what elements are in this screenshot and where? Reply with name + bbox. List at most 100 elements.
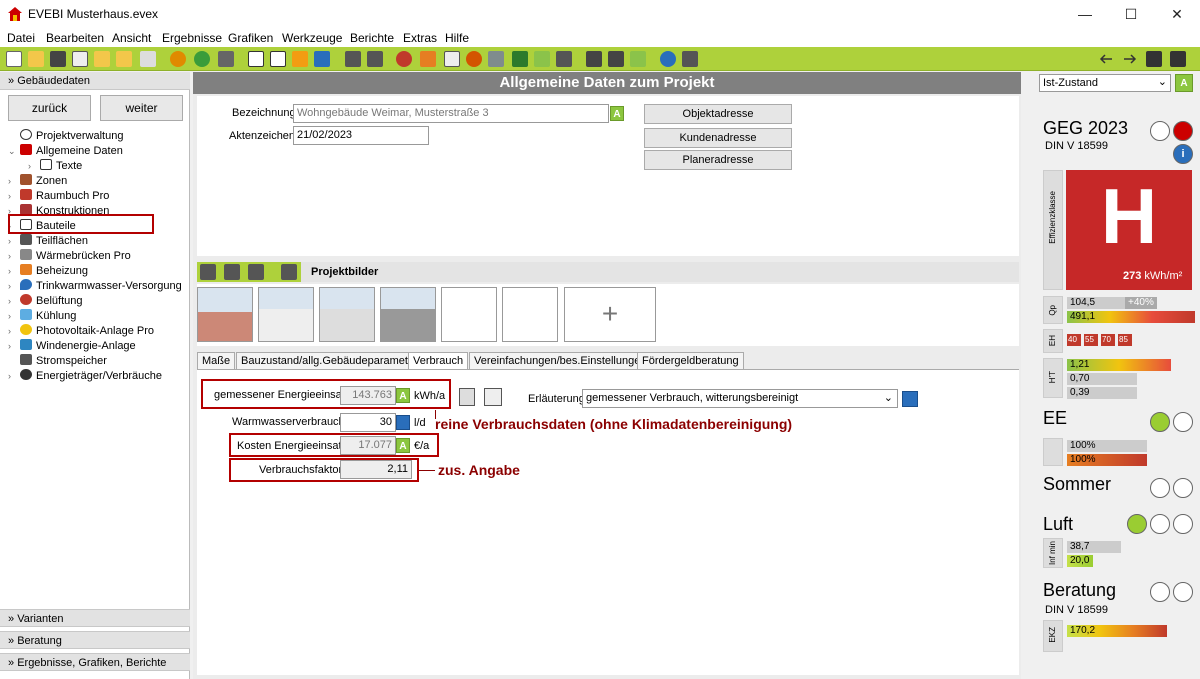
undo-icon[interactable] bbox=[170, 51, 186, 67]
back-button[interactable]: zurück bbox=[8, 95, 91, 121]
gemis-icon[interactable] bbox=[140, 51, 156, 67]
tab-vereinfachungen[interactable]: Vereinfachungen/bes.Einstellungen bbox=[469, 352, 652, 369]
state-select[interactable]: Ist-Zustand ⌄ bbox=[1039, 74, 1171, 92]
redo-icon[interactable] bbox=[194, 51, 210, 67]
chart-icon[interactable] bbox=[484, 388, 502, 406]
floor-plan-2[interactable] bbox=[502, 287, 558, 342]
menu-ansicht[interactable]: Ansicht bbox=[112, 31, 151, 45]
tree-item-texte[interactable]: › Texte bbox=[28, 159, 82, 172]
house-photo-2[interactable] bbox=[258, 287, 314, 342]
add-image-icon[interactable] bbox=[200, 264, 216, 280]
list-icon[interactable] bbox=[608, 51, 624, 67]
menu-datei[interactable]: Datei bbox=[7, 31, 35, 45]
erlaeuterung-select[interactable]: gemessener Verbrauch, witterungsbereinig… bbox=[582, 389, 898, 408]
document-list-icon[interactable] bbox=[270, 51, 286, 67]
tree-item-raumbuch[interactable]: › Raumbuch Pro bbox=[8, 189, 109, 202]
save-as-icon[interactable] bbox=[72, 51, 88, 67]
warmwasser-input[interactable]: 30 bbox=[340, 413, 396, 432]
house-photo-1[interactable] bbox=[197, 287, 253, 342]
tree-item-teilflaechen[interactable]: › Teilflächen bbox=[8, 234, 88, 247]
house-check-icon[interactable] bbox=[630, 51, 646, 67]
tree-item-windenergie[interactable]: › Windenergie-Anlage bbox=[8, 339, 136, 352]
fan-icon[interactable] bbox=[466, 51, 482, 67]
house-photo-4[interactable] bbox=[380, 287, 436, 342]
window-icon[interactable] bbox=[444, 51, 460, 67]
structure-icon[interactable] bbox=[345, 51, 361, 67]
auto-a-icon[interactable]: A bbox=[396, 438, 410, 453]
tree-item-allgemeine-daten[interactable]: ⌄ Allgemeine Daten bbox=[8, 144, 123, 157]
new-file-icon[interactable] bbox=[6, 51, 22, 67]
document-icon[interactable] bbox=[248, 51, 264, 67]
tree-item-zonen[interactable]: › Zonen bbox=[8, 174, 67, 187]
floor-plan-1[interactable] bbox=[441, 287, 497, 342]
edit-pencil-icon[interactable] bbox=[396, 415, 410, 430]
calculator-icon[interactable] bbox=[682, 51, 698, 67]
open-folder-icon[interactable] bbox=[28, 51, 44, 67]
next-button[interactable]: weiter bbox=[100, 95, 183, 121]
wizard-icon[interactable] bbox=[218, 51, 234, 67]
tab-verbrauch[interactable]: Verbrauch bbox=[408, 352, 469, 370]
add-image-button[interactable]: + bbox=[564, 287, 656, 342]
menu-berichte[interactable]: Berichte bbox=[350, 31, 394, 45]
verbrauchsfaktor-input[interactable]: 2,11 bbox=[340, 460, 412, 479]
heating-icon[interactable] bbox=[420, 51, 436, 67]
objektadresse-button[interactable]: Objektadresse bbox=[644, 104, 792, 124]
minimize-button[interactable]: — bbox=[1062, 0, 1108, 29]
section-ergebnisse[interactable]: » Ergebnisse, Grafiken, Berichte bbox=[0, 653, 190, 671]
sort-image-icon[interactable] bbox=[248, 264, 264, 280]
house-photo-3[interactable] bbox=[319, 287, 375, 342]
section-gebaeudedaten[interactable]: » Gebäudedaten bbox=[0, 72, 190, 90]
tab-foerdergeldberatung[interactable]: Fördergeldberatung bbox=[637, 352, 744, 369]
arrow-right-icon[interactable] bbox=[1122, 51, 1138, 67]
paste-image-icon[interactable] bbox=[224, 264, 240, 280]
auto-a-icon[interactable]: A bbox=[1175, 74, 1193, 92]
tab-bauzustand[interactable]: Bauzustand/allg.Gebäudeparameter bbox=[236, 352, 423, 369]
info-icon[interactable]: i bbox=[1173, 144, 1193, 164]
sum-icon[interactable] bbox=[292, 51, 308, 67]
energieeinsatz-input[interactable]: 143.763 bbox=[340, 386, 396, 405]
panel-toggle-icon[interactable] bbox=[1170, 51, 1186, 67]
menu-werkzeuge[interactable]: Werkzeuge bbox=[282, 31, 342, 45]
calculator-icon[interactable] bbox=[459, 388, 475, 406]
export-icon[interactable] bbox=[116, 51, 132, 67]
sum-blue-icon[interactable] bbox=[314, 51, 330, 67]
edit-pencil-icon[interactable] bbox=[902, 391, 918, 407]
tree-item-belueftung[interactable]: › Belüftung bbox=[8, 294, 82, 307]
menu-extras[interactable]: Extras bbox=[403, 31, 437, 45]
tab-masse[interactable]: Maße bbox=[197, 352, 236, 369]
maximize-button[interactable]: ☐ bbox=[1108, 0, 1154, 29]
import-icon[interactable] bbox=[94, 51, 110, 67]
calculate-icon[interactable] bbox=[586, 51, 602, 67]
aktenzeichen-input[interactable]: 21/02/2023 bbox=[293, 126, 429, 145]
tree-item-trinkwarmwasser[interactable]: › Trinkwarmwasser-Versorgung bbox=[8, 279, 182, 292]
expand-icon[interactable] bbox=[1146, 51, 1162, 67]
kosten-input[interactable]: 17.077 bbox=[340, 436, 396, 455]
planeradresse-button[interactable]: Planeradresse bbox=[644, 150, 792, 170]
menu-bearbeiten[interactable]: Bearbeiten bbox=[46, 31, 104, 45]
menu-grafiken[interactable]: Grafiken bbox=[228, 31, 273, 45]
arrow-left-icon[interactable] bbox=[1098, 51, 1114, 67]
tree-item-energietraeger[interactable]: › Energieträger/Verbräuche bbox=[8, 369, 162, 382]
auto-a-icon[interactable]: A bbox=[610, 106, 624, 121]
structure-alt-icon[interactable] bbox=[367, 51, 383, 67]
tree-item-projektverwaltung[interactable]: Projektverwaltung bbox=[8, 129, 123, 142]
tree-item-photovoltaik[interactable]: › Photovoltaik-Anlage Pro bbox=[8, 324, 154, 337]
menu-ergebnisse[interactable]: Ergebnisse bbox=[162, 31, 222, 45]
house-icon[interactable] bbox=[534, 51, 550, 67]
menu-hilfe[interactable]: Hilfe bbox=[445, 31, 469, 45]
delete-image-icon[interactable] bbox=[281, 264, 297, 280]
tree-item-kuehlung[interactable]: › Kühlung bbox=[8, 309, 76, 322]
tree-item-beheizung[interactable]: › Beheizung bbox=[8, 264, 88, 277]
roof-icon[interactable] bbox=[396, 51, 412, 67]
section-varianten[interactable]: » Varianten bbox=[0, 609, 190, 627]
help-icon[interactable] bbox=[660, 51, 676, 67]
bezeichnung-input[interactable]: Wohngebäude Weimar, Musterstraße 3 bbox=[293, 104, 609, 123]
section-beratung[interactable]: » Beratung bbox=[0, 631, 190, 649]
close-button[interactable]: ✕ bbox=[1154, 0, 1200, 29]
pv-icon[interactable] bbox=[512, 51, 528, 67]
save-icon[interactable] bbox=[50, 51, 66, 67]
auto-a-icon[interactable]: A bbox=[396, 388, 410, 403]
report-icon[interactable] bbox=[556, 51, 572, 67]
tree-item-stromspeicher[interactable]: Stromspeicher bbox=[8, 354, 107, 367]
grid-icon[interactable] bbox=[488, 51, 504, 67]
